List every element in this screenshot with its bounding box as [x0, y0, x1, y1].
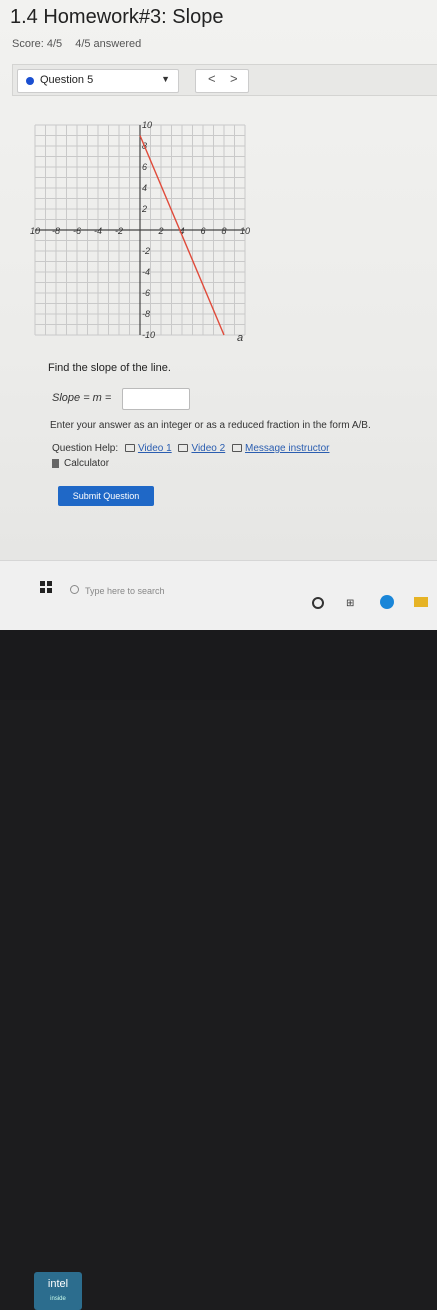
score-text: Score: 4/5	[12, 38, 63, 50]
question-select-label: Question 5	[40, 74, 94, 86]
y-tick-label: 10	[142, 120, 152, 130]
submit-question-button[interactable]: Submit Question	[58, 486, 154, 506]
taskbar: Type here to search ⊞	[0, 560, 437, 630]
slope-answer-input[interactable]	[122, 388, 190, 410]
mail-icon	[232, 444, 242, 453]
cortana-icon[interactable]	[312, 597, 324, 609]
graph-corner-label: a	[237, 332, 243, 344]
score-line: Score: 4/5 4/5 answered	[12, 38, 151, 50]
x-tick-label: 2	[157, 226, 163, 236]
intel-logo: intel	[47, 1278, 69, 1290]
question-bar: Question 5 ▼ < >	[12, 64, 437, 96]
answered-text: 4/5 answered	[75, 38, 142, 50]
calculator-icon	[52, 459, 59, 468]
y-tick-label: -6	[142, 288, 150, 298]
prev-question-button[interactable]: <	[208, 71, 216, 86]
next-question-button[interactable]: >	[230, 71, 238, 86]
y-tick-label: -10	[142, 330, 155, 340]
screen: 1.4 Homework#3: Slope Score: 4/5 4/5 ans…	[0, 0, 437, 630]
message-instructor-link[interactable]: Message instructor	[245, 443, 329, 454]
video-icon	[178, 444, 189, 453]
chevron-down-icon: ▼	[161, 74, 170, 84]
y-tick-label: -2	[142, 246, 150, 256]
question-nav: < >	[195, 69, 249, 93]
y-tick-label: 6	[142, 162, 147, 172]
slope-label: Slope = m =	[52, 392, 112, 404]
calculator-link[interactable]: Calculator	[64, 458, 109, 469]
y-tick-label: 4	[142, 183, 147, 193]
laptop-bezel: intel inside	[0, 630, 437, 1310]
page-title: 1.4 Homework#3: Slope	[10, 6, 224, 28]
search-icon	[70, 585, 79, 594]
question-prompt: Find the slope of the line.	[48, 362, 171, 374]
file-explorer-icon[interactable]	[414, 597, 428, 607]
windows-start-icon[interactable]	[40, 581, 52, 593]
intel-sticker: intel	[34, 1272, 82, 1310]
video-icon	[124, 444, 135, 453]
edge-browser-icon[interactable]	[380, 595, 394, 609]
taskbar-search-placeholder: Type here to search	[85, 586, 165, 596]
task-view-icon[interactable]: ⊞	[346, 598, 354, 609]
x-tick-label: -8	[52, 226, 60, 236]
y-tick-label: 2	[141, 204, 147, 214]
question-help: Question Help: Video 1 Video 2 Message i…	[52, 443, 329, 454]
x-tick-label: -2	[115, 226, 123, 236]
status-dot-icon	[26, 77, 34, 85]
y-tick-label: -4	[142, 267, 150, 277]
x-tick-label: 10	[240, 226, 250, 236]
x-tick-label: 8	[221, 226, 226, 236]
video-2-link[interactable]: Video 2	[191, 443, 225, 454]
question-select[interactable]: Question 5 ▼	[17, 69, 179, 93]
x-tick-label: 6	[200, 226, 205, 236]
answer-instructions: Enter your answer as an integer or as a …	[50, 420, 371, 431]
x-tick-label: 10	[30, 226, 40, 236]
video-1-link[interactable]: Video 1	[138, 443, 172, 454]
x-tick-label: -4	[94, 226, 102, 236]
x-tick-label: -6	[73, 226, 81, 236]
question-help-label: Question Help:	[52, 443, 119, 454]
y-tick-label: -8	[142, 309, 150, 319]
intel-sticker-sub: inside	[50, 1296, 66, 1302]
coordinate-graph: 10-8-6-4-2246810 108642-2-4-6-8-10 a	[30, 120, 250, 344]
taskbar-search[interactable]: Type here to search	[70, 585, 165, 596]
